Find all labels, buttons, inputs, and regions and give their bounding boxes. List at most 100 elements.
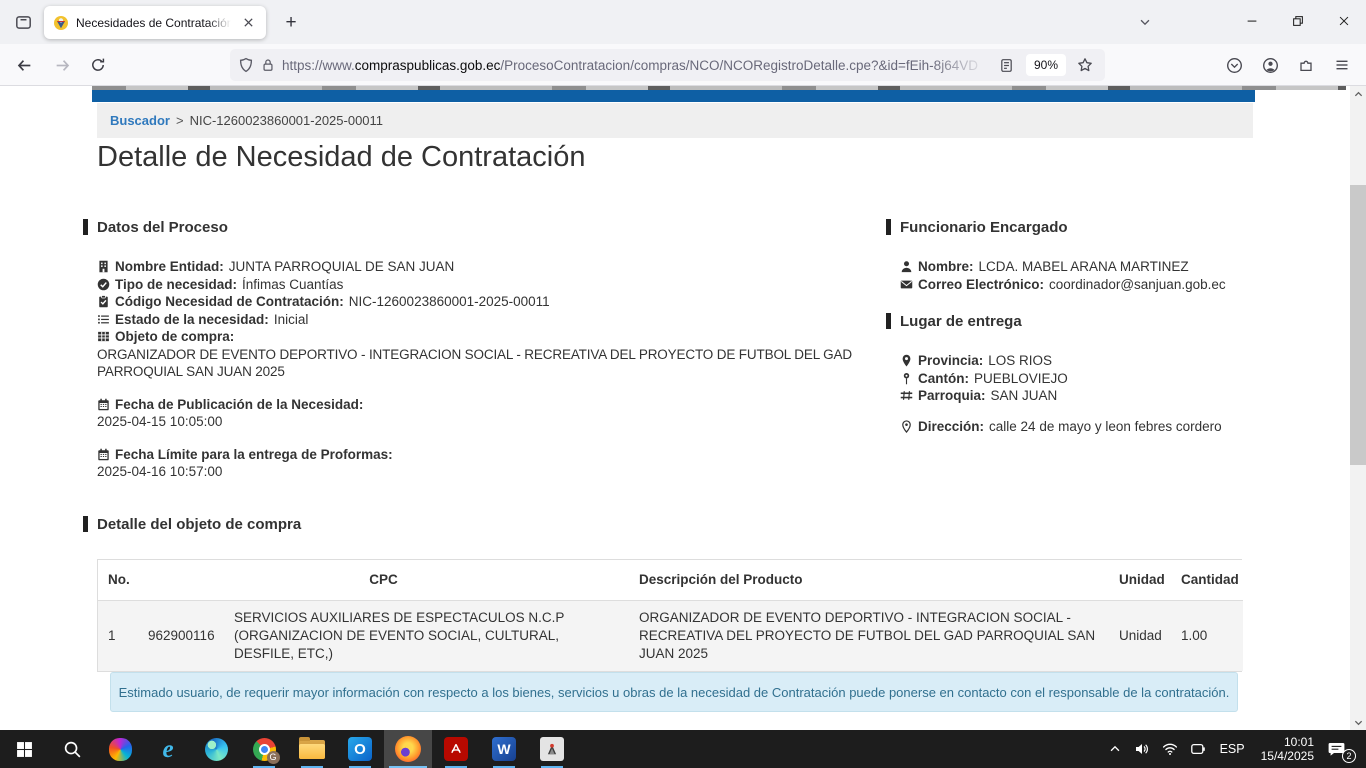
- firefox-view-button[interactable]: [8, 8, 38, 36]
- breadcrumb-current: NIC-1260023860001-2025-00011: [190, 113, 383, 128]
- building-icon: [97, 260, 110, 273]
- field-label: Cantón:: [918, 371, 969, 386]
- datos-proceso-items: Nombre Entidad: JUNTA PARROQUIAL DE SAN …: [97, 258, 879, 481]
- url-prefix: https://www.: [282, 58, 355, 73]
- funcionario-items: Nombre: LCDA. MABEL ARANA MARTINEZ Corre…: [900, 258, 1260, 293]
- chrome-icon: G: [253, 738, 276, 761]
- tracking-shield-icon[interactable]: [238, 57, 254, 73]
- cell-cpc-codigo: 962900116: [138, 600, 224, 671]
- field-value: Inicial: [274, 312, 309, 327]
- taskbar-acrobat-button[interactable]: [432, 730, 480, 768]
- reader-mode-icon: [999, 58, 1014, 73]
- puzzle-icon: [1298, 57, 1314, 73]
- cell-cpc-descripcion: SERVICIOS AUXILIARES DE ESPECTACULOS N.C…: [224, 600, 629, 671]
- search-icon: [63, 740, 82, 759]
- wifi-icon: [1162, 741, 1178, 757]
- map-marker-icon: [900, 354, 913, 367]
- field-value: coordinador@sanjuan.gob.ec: [1049, 277, 1226, 292]
- taskbar-edge-button[interactable]: [192, 730, 240, 768]
- tray-volume-button[interactable]: [1128, 730, 1156, 768]
- info-banner: Estimado usuario, de requerir mayor info…: [110, 672, 1238, 712]
- chevron-down-icon: [1138, 15, 1152, 29]
- reload-button[interactable]: [82, 49, 114, 81]
- minimize-icon: [1245, 14, 1259, 28]
- cell-no: 1: [98, 600, 138, 671]
- start-button[interactable]: [0, 730, 48, 768]
- firefox-icon: [395, 736, 421, 762]
- forward-button[interactable]: [46, 49, 78, 81]
- scrollbar-thumb[interactable]: [1350, 185, 1366, 465]
- bookmark-star-button[interactable]: [1073, 53, 1097, 77]
- scrollbar-up-arrow[interactable]: [1350, 86, 1366, 102]
- tray-display-connect-button[interactable]: [1184, 730, 1212, 768]
- fecha-publicacion-value: 2025-04-15 10:05:00: [97, 413, 879, 431]
- browser-tab-strip: Necesidades de Contratación y +: [0, 0, 1366, 44]
- window-minimize-button[interactable]: [1230, 0, 1274, 42]
- pocket-icon: [1226, 57, 1243, 74]
- taskbar-file-explorer-button[interactable]: [288, 730, 336, 768]
- list-item-direccion: Dirección: calle 24 de mayo y leon febre…: [900, 418, 1260, 436]
- road-icon: [900, 389, 913, 402]
- new-tab-button[interactable]: +: [276, 8, 306, 36]
- list-item-parroquia: Parroquia: SAN JUAN: [900, 387, 1260, 405]
- taskbar-search-button[interactable]: [48, 730, 96, 768]
- envelope-icon: [900, 278, 913, 291]
- save-to-pocket-button[interactable]: [1218, 49, 1250, 81]
- taskbar-java-app-button[interactable]: [528, 730, 576, 768]
- extensions-button[interactable]: [1290, 49, 1322, 81]
- taskbar-firefox-button[interactable]: [384, 730, 432, 768]
- account-button[interactable]: [1254, 49, 1286, 81]
- field-label: Fecha Límite para la entrega de Proforma…: [115, 447, 393, 462]
- menu-button[interactable]: [1326, 49, 1358, 81]
- lock-icon[interactable]: [261, 58, 275, 72]
- fecha-limite-row: Fecha Límite para la entrega de Proforma…: [97, 446, 879, 464]
- tray-language-indicator[interactable]: ESP: [1212, 742, 1253, 756]
- taskbar-copilot-button[interactable]: [96, 730, 144, 768]
- screen: Necesidades de Contratación y +: [0, 0, 1366, 768]
- breadcrumb-link-buscador[interactable]: Buscador: [110, 113, 170, 128]
- field-value: PUEBLOVIEJO: [974, 371, 1068, 386]
- chrome-profile-badge: G: [267, 751, 280, 764]
- list-icon: [97, 313, 110, 326]
- page-title: Detalle de Necesidad de Contratación: [97, 141, 585, 174]
- col-header-cantidad: Cantidad: [1171, 560, 1243, 600]
- tray-chevron-up-button[interactable]: [1102, 730, 1128, 768]
- clipboard-check-icon: [97, 295, 110, 308]
- field-label: Objeto de compra:: [115, 329, 234, 344]
- tray-clock[interactable]: 10:01 15/4/2025: [1253, 735, 1322, 763]
- window-close-button[interactable]: [1322, 0, 1366, 42]
- page-scrollbar[interactable]: [1350, 86, 1366, 730]
- window-restore-button[interactable]: [1276, 0, 1320, 42]
- taskbar-word-button[interactable]: W: [480, 730, 528, 768]
- scrollbar-down-arrow[interactable]: [1350, 714, 1366, 730]
- copilot-icon: [109, 738, 132, 761]
- calendar-icon: [97, 448, 110, 461]
- reader-mode-button[interactable]: [995, 53, 1019, 77]
- list-item-codigo-necesidad: Código Necesidad de Contratación: NIC-12…: [97, 293, 879, 311]
- calendar-icon: [97, 398, 110, 411]
- tab-close-button[interactable]: [238, 13, 258, 33]
- col-header-no: No.: [98, 560, 138, 600]
- tab-title: Necesidades de Contratación y: [76, 16, 231, 30]
- back-button[interactable]: [8, 49, 40, 81]
- breadcrumb: Buscador > NIC-1260023860001-2025-00011: [97, 103, 1253, 138]
- taskbar-chrome-button[interactable]: G: [240, 730, 288, 768]
- zoom-level-indicator[interactable]: 90%: [1026, 54, 1066, 76]
- browser-tab[interactable]: Necesidades de Contratación y: [44, 6, 266, 39]
- close-icon: [243, 17, 254, 28]
- table-header-row: No. CPC Descripción del Producto Unidad …: [98, 560, 1243, 600]
- list-all-tabs-button[interactable]: [1126, 8, 1164, 36]
- tray-wifi-button[interactable]: [1156, 730, 1184, 768]
- lugar-entrega-items: Provincia: LOS RIOS Cantón: PUEBLOVIEJO: [900, 352, 1260, 435]
- breadcrumb-separator: >: [176, 113, 184, 128]
- taskbar-outlook-button[interactable]: O: [336, 730, 384, 768]
- speaker-icon: [1134, 741, 1150, 757]
- address-bar[interactable]: https://www.compraspublicas.gob.ec/Proce…: [230, 49, 1105, 81]
- taskbar-internet-explorer-button[interactable]: e: [144, 730, 192, 768]
- fecha-publicacion-row: Fecha de Publicación de la Necesidad:: [97, 396, 879, 414]
- tray-notifications-button[interactable]: 2: [1322, 730, 1358, 768]
- list-item-canton: Cantón: PUEBLOVIEJO: [900, 370, 1260, 388]
- section-heading-detalle-objeto: Detalle del objeto de compra: [97, 516, 301, 533]
- objeto-compra-text: ORGANIZADOR DE EVENTO DEPORTIVO - INTEGR…: [97, 346, 879, 381]
- field-label: Fecha de Publicación de la Necesidad:: [115, 397, 363, 412]
